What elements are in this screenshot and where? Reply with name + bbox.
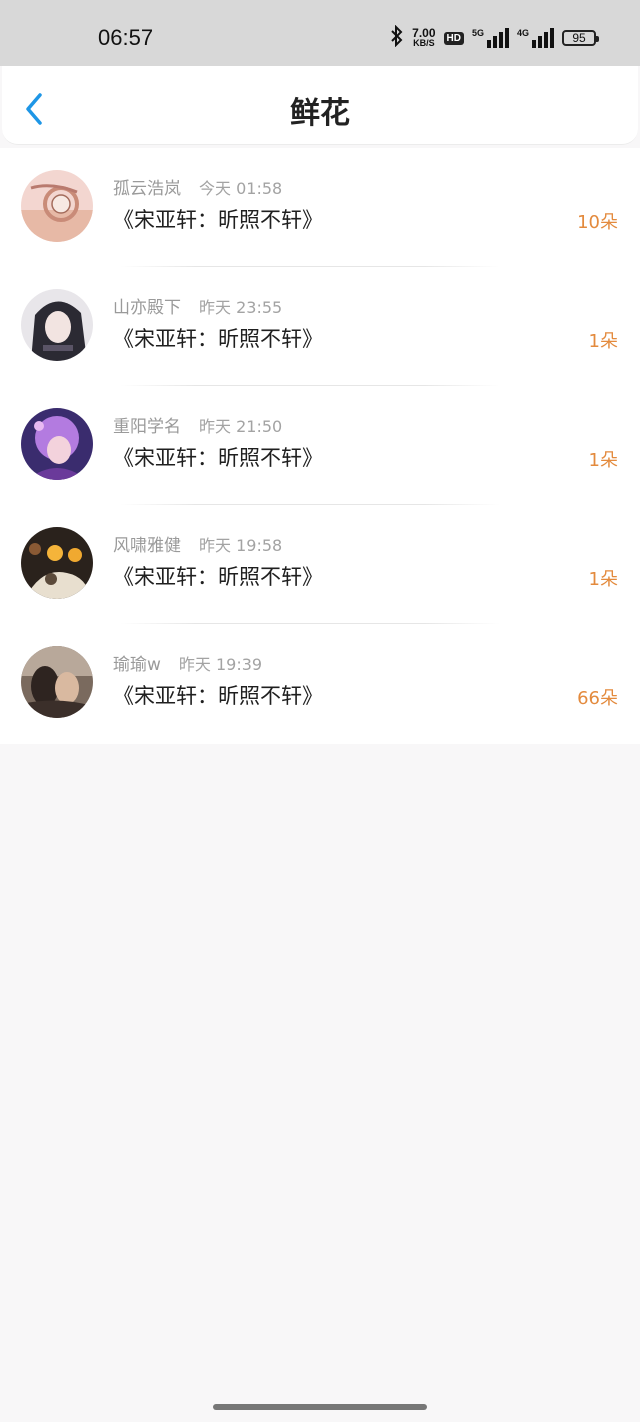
flower-count: 1朵 [588, 331, 618, 352]
avatar[interactable] [21, 646, 93, 718]
sender-name: 山亦殿下 [113, 298, 181, 318]
status-icons: 7.00 KB/S HD 5G 4G 95 [390, 24, 599, 51]
battery-icon: 95 [562, 30, 599, 46]
sender-name: 瑜瑜w [113, 655, 161, 675]
list-item-meta: 风啸雅健 昨天 19:58 [113, 531, 282, 556]
signal-5g-icon: 5G [472, 28, 509, 48]
list-item-meta: 山亦殿下 昨天 23:55 [113, 293, 282, 318]
work-title: 《宋亚轩：昕照不轩》 [113, 446, 323, 470]
send-time: 昨天 19:58 [199, 536, 283, 555]
flower-count: 1朵 [588, 450, 618, 471]
network-speed-unit: KB/S [413, 38, 435, 48]
battery-level: 95 [572, 31, 586, 45]
list-item[interactable]: 风啸雅健 昨天 19:58 《宋亚轩：昕照不轩》 1朵 [0, 505, 640, 624]
network-speed: 7.00 KB/S [412, 26, 436, 48]
hd-icon: HD [443, 31, 464, 45]
status-time: 06:57 [98, 25, 154, 50]
signal-5g-tag: 5G [471, 28, 484, 38]
list-item[interactable]: 孤云浩岚 今天 01:58 《宋亚轩：昕照不轩》 10朵 [0, 148, 640, 267]
sender-name: 重阳学名 [113, 417, 181, 437]
work-title: 《宋亚轩：昕照不轩》 [113, 565, 323, 589]
work-title: 《宋亚轩：昕照不轩》 [113, 684, 323, 708]
avatar[interactable] [21, 289, 93, 361]
list-item[interactable]: 山亦殿下 昨天 23:55 《宋亚轩：昕照不轩》 1朵 [0, 267, 640, 386]
send-time: 昨天 23:55 [199, 298, 283, 317]
flower-count: 1朵 [588, 569, 618, 590]
home-indicator[interactable] [213, 1404, 427, 1410]
work-title: 《宋亚轩：昕照不轩》 [113, 208, 323, 232]
send-time: 昨天 19:39 [178, 655, 263, 674]
list-item[interactable]: 重阳学名 昨天 21:50 《宋亚轩：昕照不轩》 1朵 [0, 386, 640, 505]
avatar[interactable] [21, 408, 93, 480]
sender-name: 风啸雅健 [113, 536, 181, 556]
signal-4g-tag: 4G [516, 28, 529, 38]
signal-4g-icon: 4G [517, 28, 554, 48]
avatar[interactable] [21, 170, 93, 242]
avatar[interactable] [21, 527, 93, 599]
list-item-meta: 孤云浩岚 今天 01:58 [113, 174, 282, 199]
send-time: 昨天 21:50 [199, 417, 283, 436]
bluetooth-icon [390, 24, 404, 51]
send-time: 今天 01:58 [199, 179, 283, 198]
list-item-meta: 瑜瑜w 昨天 19:39 [113, 650, 262, 675]
network-speed-value: 7.00 [412, 26, 436, 40]
list-item-meta: 重阳学名 昨天 21:50 [113, 412, 282, 437]
work-title: 《宋亚轩：昕照不轩》 [113, 327, 323, 351]
flower-count: 66朵 [577, 688, 618, 709]
page-title: 鲜花 [290, 96, 350, 131]
nav-bar: 鲜花 [2, 66, 638, 145]
status-bar: 06:57 7.00 KB/S HD 5G 4G 95 [0, 0, 640, 66]
flower-list: 孤云浩岚 今天 01:58 《宋亚轩：昕照不轩》 10朵 山亦殿下 昨天 23:55… [0, 148, 640, 744]
flower-count: 10朵 [577, 212, 618, 233]
sender-name: 孤云浩岚 [113, 179, 181, 199]
list-item[interactable]: 瑜瑜w 昨天 19:39 《宋亚轩：昕照不轩》 66朵 [0, 624, 640, 743]
